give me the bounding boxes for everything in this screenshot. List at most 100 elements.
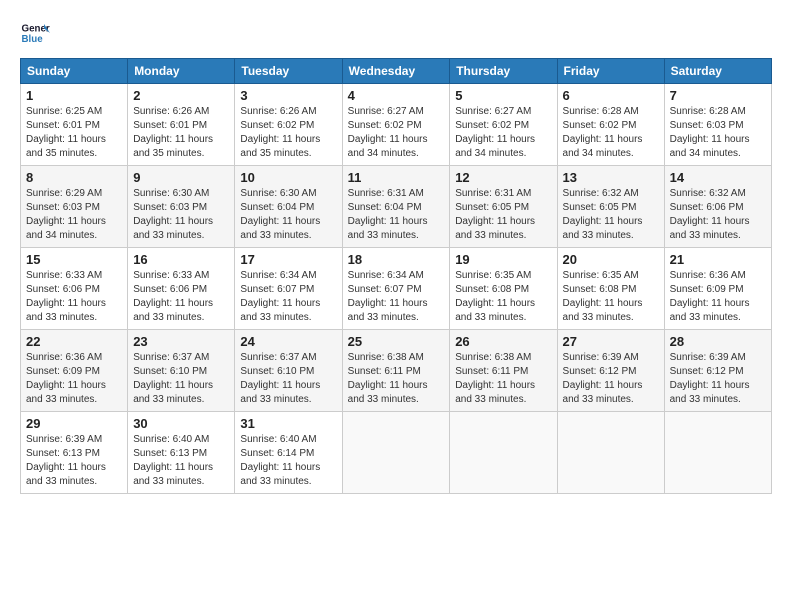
day-info: Sunrise: 6:37 AM Sunset: 6:10 PM Dayligh…	[240, 351, 336, 407]
day-info: Sunrise: 6:34 AM Sunset: 6:07 PM Dayligh…	[240, 269, 336, 325]
calendar-cell: 16Sunrise: 6:33 AM Sunset: 6:06 PM Dayli…	[128, 248, 235, 330]
day-info: Sunrise: 6:37 AM Sunset: 6:10 PM Dayligh…	[133, 351, 229, 407]
day-info: Sunrise: 6:35 AM Sunset: 6:08 PM Dayligh…	[563, 269, 659, 325]
day-info: Sunrise: 6:30 AM Sunset: 6:04 PM Dayligh…	[240, 187, 336, 243]
day-info: Sunrise: 6:39 AM Sunset: 6:13 PM Dayligh…	[26, 433, 122, 489]
day-number: 13	[563, 170, 659, 185]
day-info: Sunrise: 6:38 AM Sunset: 6:11 PM Dayligh…	[455, 351, 551, 407]
day-number: 18	[348, 252, 445, 267]
calendar-cell: 8 Sunrise: 6:29 AM Sunset: 6:03 PM Daylig…	[21, 166, 128, 248]
day-number: 7	[670, 88, 766, 103]
calendar-cell: 26 Sunrise: 6:38 AM Sunset: 6:11 PM Dayli…	[450, 330, 557, 412]
header: General Blue	[20, 18, 772, 48]
calendar-cell: 20 Sunrise: 6:35 AM Sunset: 6:08 PM Dayli…	[557, 248, 664, 330]
calendar-cell: 13Sunrise: 6:32 AM Sunset: 6:05 PM Dayli…	[557, 166, 664, 248]
calendar-cell: 14 Sunrise: 6:32 AM Sunset: 6:06 PM Dayli…	[664, 166, 771, 248]
day-info: Sunrise: 6:35 AM Sunset: 6:08 PM Dayligh…	[455, 269, 551, 325]
calendar-cell	[664, 412, 771, 494]
day-header-saturday: Saturday	[664, 59, 771, 84]
calendar-cell: 21 Sunrise: 6:36 AM Sunset: 6:09 PM Dayli…	[664, 248, 771, 330]
calendar-cell	[450, 412, 557, 494]
day-number: 15	[26, 252, 122, 267]
calendar-cell: 31 Sunrise: 6:40 AM Sunset: 6:14 PM Dayli…	[235, 412, 342, 494]
day-number: 19	[455, 252, 551, 267]
calendar-cell: 12Sunrise: 6:31 AM Sunset: 6:05 PM Dayli…	[450, 166, 557, 248]
calendar-cell: 9 Sunrise: 6:30 AM Sunset: 6:03 PM Daylig…	[128, 166, 235, 248]
day-number: 21	[670, 252, 766, 267]
calendar-cell	[342, 412, 450, 494]
day-info: Sunrise: 6:40 AM Sunset: 6:14 PM Dayligh…	[240, 433, 336, 489]
day-number: 31	[240, 416, 336, 431]
day-info: Sunrise: 6:28 AM Sunset: 6:03 PM Dayligh…	[670, 105, 766, 161]
week-row-1: 1Sunrise: 6:25 AM Sunset: 6:01 PM Daylig…	[21, 84, 772, 166]
logo-icon: General Blue	[20, 18, 50, 48]
day-header-thursday: Thursday	[450, 59, 557, 84]
day-info: Sunrise: 6:36 AM Sunset: 6:09 PM Dayligh…	[670, 269, 766, 325]
calendar-cell: 22Sunrise: 6:36 AM Sunset: 6:09 PM Dayli…	[21, 330, 128, 412]
day-number: 8	[26, 170, 122, 185]
day-number: 27	[563, 334, 659, 349]
calendar-cell: 19 Sunrise: 6:35 AM Sunset: 6:08 PM Dayli…	[450, 248, 557, 330]
week-row-3: 15 Sunrise: 6:33 AM Sunset: 6:06 PM Dayli…	[21, 248, 772, 330]
calendar-cell: 24 Sunrise: 6:37 AM Sunset: 6:10 PM Dayli…	[235, 330, 342, 412]
day-header-sunday: Sunday	[21, 59, 128, 84]
day-header-tuesday: Tuesday	[235, 59, 342, 84]
calendar-cell: 4 Sunrise: 6:27 AM Sunset: 6:02 PM Daylig…	[342, 84, 450, 166]
day-number: 24	[240, 334, 336, 349]
day-number: 9	[133, 170, 229, 185]
day-number: 28	[670, 334, 766, 349]
calendar-cell: 11Sunrise: 6:31 AM Sunset: 6:04 PM Dayli…	[342, 166, 450, 248]
day-info: Sunrise: 6:29 AM Sunset: 6:03 PM Dayligh…	[26, 187, 122, 243]
day-number: 20	[563, 252, 659, 267]
day-info: Sunrise: 6:34 AM Sunset: 6:07 PM Dayligh…	[348, 269, 445, 325]
week-row-4: 22Sunrise: 6:36 AM Sunset: 6:09 PM Dayli…	[21, 330, 772, 412]
day-number: 4	[348, 88, 445, 103]
calendar-cell: 30Sunrise: 6:40 AM Sunset: 6:13 PM Dayli…	[128, 412, 235, 494]
calendar-cell: 23 Sunrise: 6:37 AM Sunset: 6:10 PM Dayli…	[128, 330, 235, 412]
day-info: Sunrise: 6:33 AM Sunset: 6:06 PM Dayligh…	[133, 269, 229, 325]
day-info: Sunrise: 6:30 AM Sunset: 6:03 PM Dayligh…	[133, 187, 229, 243]
day-number: 2	[133, 88, 229, 103]
day-info: Sunrise: 6:31 AM Sunset: 6:05 PM Dayligh…	[455, 187, 551, 243]
day-number: 5	[455, 88, 551, 103]
calendar-cell: 25 Sunrise: 6:38 AM Sunset: 6:11 PM Dayli…	[342, 330, 450, 412]
day-number: 25	[348, 334, 445, 349]
svg-text:Blue: Blue	[22, 34, 44, 45]
day-info: Sunrise: 6:26 AM Sunset: 6:01 PM Dayligh…	[133, 105, 229, 161]
calendar-cell	[557, 412, 664, 494]
calendar-cell: 18 Sunrise: 6:34 AM Sunset: 6:07 PM Dayli…	[342, 248, 450, 330]
calendar-table: SundayMondayTuesdayWednesdayThursdayFrid…	[20, 58, 772, 494]
day-info: Sunrise: 6:28 AM Sunset: 6:02 PM Dayligh…	[563, 105, 659, 161]
calendar-cell: 3 Sunrise: 6:26 AM Sunset: 6:02 PM Daylig…	[235, 84, 342, 166]
calendar-cell: 28 Sunrise: 6:39 AM Sunset: 6:12 PM Dayli…	[664, 330, 771, 412]
day-info: Sunrise: 6:26 AM Sunset: 6:02 PM Dayligh…	[240, 105, 336, 161]
calendar-cell: 15Sunrise: 6:33 AM Sunset: 6:06 PM Dayli…	[21, 248, 128, 330]
page-container: General Blue SundayMondayTuesdayWednesda…	[0, 0, 792, 504]
day-number: 10	[240, 170, 336, 185]
day-info: Sunrise: 6:39 AM Sunset: 6:12 PM Dayligh…	[670, 351, 766, 407]
day-number: 23	[133, 334, 229, 349]
day-header-monday: Monday	[128, 59, 235, 84]
calendar-cell: 17 Sunrise: 6:34 AM Sunset: 6:07 PM Dayli…	[235, 248, 342, 330]
day-info: Sunrise: 6:40 AM Sunset: 6:13 PM Dayligh…	[133, 433, 229, 489]
day-number: 29	[26, 416, 122, 431]
day-number: 26	[455, 334, 551, 349]
day-number: 11	[348, 170, 445, 185]
day-info: Sunrise: 6:27 AM Sunset: 6:02 PM Dayligh…	[455, 105, 551, 161]
day-number: 14	[670, 170, 766, 185]
day-number: 17	[240, 252, 336, 267]
day-info: Sunrise: 6:39 AM Sunset: 6:12 PM Dayligh…	[563, 351, 659, 407]
day-header-friday: Friday	[557, 59, 664, 84]
day-number: 6	[563, 88, 659, 103]
day-info: Sunrise: 6:32 AM Sunset: 6:06 PM Dayligh…	[670, 187, 766, 243]
calendar-cell: 2 Sunrise: 6:26 AM Sunset: 6:01 PM Daylig…	[128, 84, 235, 166]
day-info: Sunrise: 6:27 AM Sunset: 6:02 PM Dayligh…	[348, 105, 445, 161]
calendar-cell: 1Sunrise: 6:25 AM Sunset: 6:01 PM Daylig…	[21, 84, 128, 166]
day-info: Sunrise: 6:36 AM Sunset: 6:09 PM Dayligh…	[26, 351, 122, 407]
day-number: 1	[26, 88, 122, 103]
day-info: Sunrise: 6:38 AM Sunset: 6:11 PM Dayligh…	[348, 351, 445, 407]
calendar-header-row: SundayMondayTuesdayWednesdayThursdayFrid…	[21, 59, 772, 84]
week-row-2: 8 Sunrise: 6:29 AM Sunset: 6:03 PM Daylig…	[21, 166, 772, 248]
calendar-cell: 10 Sunrise: 6:30 AM Sunset: 6:04 PM Dayli…	[235, 166, 342, 248]
day-number: 3	[240, 88, 336, 103]
